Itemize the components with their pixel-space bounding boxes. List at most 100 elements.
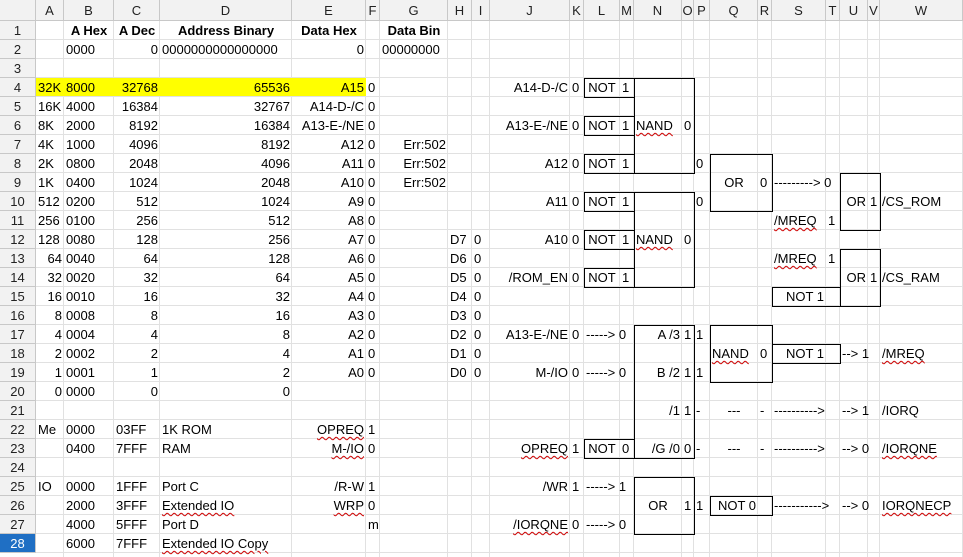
cell-r21[interactable]: - xyxy=(758,401,772,420)
cell-f26[interactable]: 0 xyxy=(366,496,380,515)
row-header-10[interactable]: 10 xyxy=(0,192,36,211)
cell-m8[interactable]: 1 xyxy=(620,154,634,173)
cell-d2[interactable]: 0000000000000000 xyxy=(160,40,292,59)
cell-e17[interactable]: A2 xyxy=(292,325,366,344)
cell-d25[interactable]: Port C xyxy=(160,477,292,496)
cell-e13[interactable]: A6 xyxy=(292,249,366,268)
cell-n23[interactable]: /G /0 xyxy=(634,439,682,458)
cell-n12[interactable]: NAND xyxy=(634,230,682,249)
cell-c18[interactable]: 2 xyxy=(114,344,160,363)
cell-a17[interactable]: 4 xyxy=(36,325,64,344)
cell-c10[interactable]: 512 xyxy=(114,192,160,211)
row-header-26[interactable]: 26 xyxy=(0,496,36,515)
cell-e5[interactable]: A14-D-/C xyxy=(292,97,366,116)
cell-u14[interactable]: OR xyxy=(840,268,868,287)
cell-l17[interactable]: -----> 0 xyxy=(584,325,626,344)
column-header-o[interactable]: O xyxy=(682,0,694,21)
cell-c19[interactable]: 1 xyxy=(114,363,160,382)
cell-a22[interactable]: Me xyxy=(36,420,64,439)
cell-a7[interactable]: 4K xyxy=(36,135,64,154)
row-header-4[interactable]: 4 xyxy=(0,78,36,97)
cell-d1[interactable]: Address Binary xyxy=(160,21,292,40)
cell-e22[interactable]: OPREQ xyxy=(292,420,366,439)
cell-e2[interactable]: 0 xyxy=(292,40,366,59)
row-header-22[interactable]: 22 xyxy=(0,420,36,439)
cell-f25[interactable]: 1 xyxy=(366,477,380,496)
cell-s26[interactable]: -----------> xyxy=(772,496,829,515)
cell-e26[interactable]: WRP xyxy=(292,496,366,515)
cell-f19[interactable]: 0 xyxy=(366,363,380,382)
cell-h17[interactable]: D2 xyxy=(448,325,472,344)
cell-o12[interactable]: 0 xyxy=(682,230,694,249)
row-header-16[interactable]: 16 xyxy=(0,306,36,325)
cell-f22[interactable]: 1 xyxy=(366,420,380,439)
cell-t13[interactable]: 1 xyxy=(826,249,840,268)
cell-a10[interactable]: 512 xyxy=(36,192,64,211)
cell-l19[interactable]: -----> 0 xyxy=(584,363,626,382)
cell-f14[interactable]: 0 xyxy=(366,268,380,287)
cell-d16[interactable]: 16 xyxy=(160,306,292,325)
cell-c13[interactable]: 64 xyxy=(114,249,160,268)
cell-d20[interactable]: 0 xyxy=(160,382,292,401)
cell-d17[interactable]: 8 xyxy=(160,325,292,344)
cell-p17[interactable]: 1 xyxy=(694,325,710,344)
cell-a16[interactable]: 8 xyxy=(36,306,64,325)
cell-d26[interactable]: Extended IO xyxy=(160,496,292,515)
cell-b4[interactable]: 8000 xyxy=(64,78,114,97)
row-header-21[interactable]: 21 xyxy=(0,401,36,420)
cell-c27[interactable]: 5FFF xyxy=(114,515,160,534)
cell-d14[interactable]: 64 xyxy=(160,268,292,287)
cell-b26[interactable]: 2000 xyxy=(64,496,114,515)
cell-j25[interactable]: /WR xyxy=(490,477,570,496)
column-header-e[interactable]: E xyxy=(292,0,366,21)
cell-i12[interactable]: 0 xyxy=(472,230,490,249)
cell-s11[interactable]: /MREQ xyxy=(772,211,826,230)
cell-w10[interactable]: /CS_ROM xyxy=(880,192,963,211)
column-header-a[interactable]: A xyxy=(36,0,64,21)
cell-m4[interactable]: 1 xyxy=(620,78,634,97)
cell-o26[interactable]: 1 xyxy=(682,496,694,515)
cell-p26[interactable]: 1 xyxy=(694,496,710,515)
row-header-1[interactable]: 1 xyxy=(0,21,36,40)
cell-e16[interactable]: A3 xyxy=(292,306,366,325)
cell-g2[interactable]: 00000000 xyxy=(380,40,448,59)
cell-e18[interactable]: A1 xyxy=(292,344,366,363)
cell-k23[interactable]: 1 xyxy=(570,439,584,458)
cell-c5[interactable]: 16384 xyxy=(114,97,160,116)
cell-p19[interactable]: 1 xyxy=(694,363,710,382)
cell-e7[interactable]: A12 xyxy=(292,135,366,154)
cell-b28[interactable]: 6000 xyxy=(64,534,114,553)
cell-w23[interactable]: /IORQNE xyxy=(880,439,963,458)
cell-b22[interactable]: 0000 xyxy=(64,420,114,439)
cell-c15[interactable]: 16 xyxy=(114,287,160,306)
cell-k4[interactable]: 0 xyxy=(570,78,584,97)
cell-c8[interactable]: 2048 xyxy=(114,154,160,173)
cell-c22[interactable]: 03FF xyxy=(114,420,160,439)
row-header-5[interactable]: 5 xyxy=(0,97,36,116)
cell-o19[interactable]: 1 xyxy=(682,363,694,382)
cell-b12[interactable]: 0080 xyxy=(64,230,114,249)
cell-f11[interactable]: 0 xyxy=(366,211,380,230)
column-header-d[interactable]: D xyxy=(160,0,292,21)
cell-b23[interactable]: 0400 xyxy=(64,439,114,458)
cell-d15[interactable]: 32 xyxy=(160,287,292,306)
cell-a12[interactable]: 128 xyxy=(36,230,64,249)
cell-u23[interactable]: --> 0 xyxy=(840,439,869,458)
cell-n17[interactable]: A /3 xyxy=(634,325,682,344)
cell-d22[interactable]: 1K ROM xyxy=(160,420,292,439)
row-header-11[interactable]: 11 xyxy=(0,211,36,230)
cell-u21[interactable]: --> 1 xyxy=(840,401,869,420)
cell-e23[interactable]: M-/IO xyxy=(292,439,366,458)
row-header-17[interactable]: 17 xyxy=(0,325,36,344)
cell-d27[interactable]: Port D xyxy=(160,515,292,534)
cell-c7[interactable]: 4096 xyxy=(114,135,160,154)
column-header-m[interactable]: M xyxy=(620,0,634,21)
cell-f6[interactable]: 0 xyxy=(366,116,380,135)
cell-f15[interactable]: 0 xyxy=(366,287,380,306)
row-header-23[interactable]: 23 xyxy=(0,439,36,458)
cell-s23[interactable]: ----------> xyxy=(772,439,826,458)
cell-e10[interactable]: A9 xyxy=(292,192,366,211)
cell-a5[interactable]: 16K xyxy=(36,97,64,116)
cell-b18[interactable]: 0002 xyxy=(64,344,114,363)
row-header-25[interactable]: 25 xyxy=(0,477,36,496)
